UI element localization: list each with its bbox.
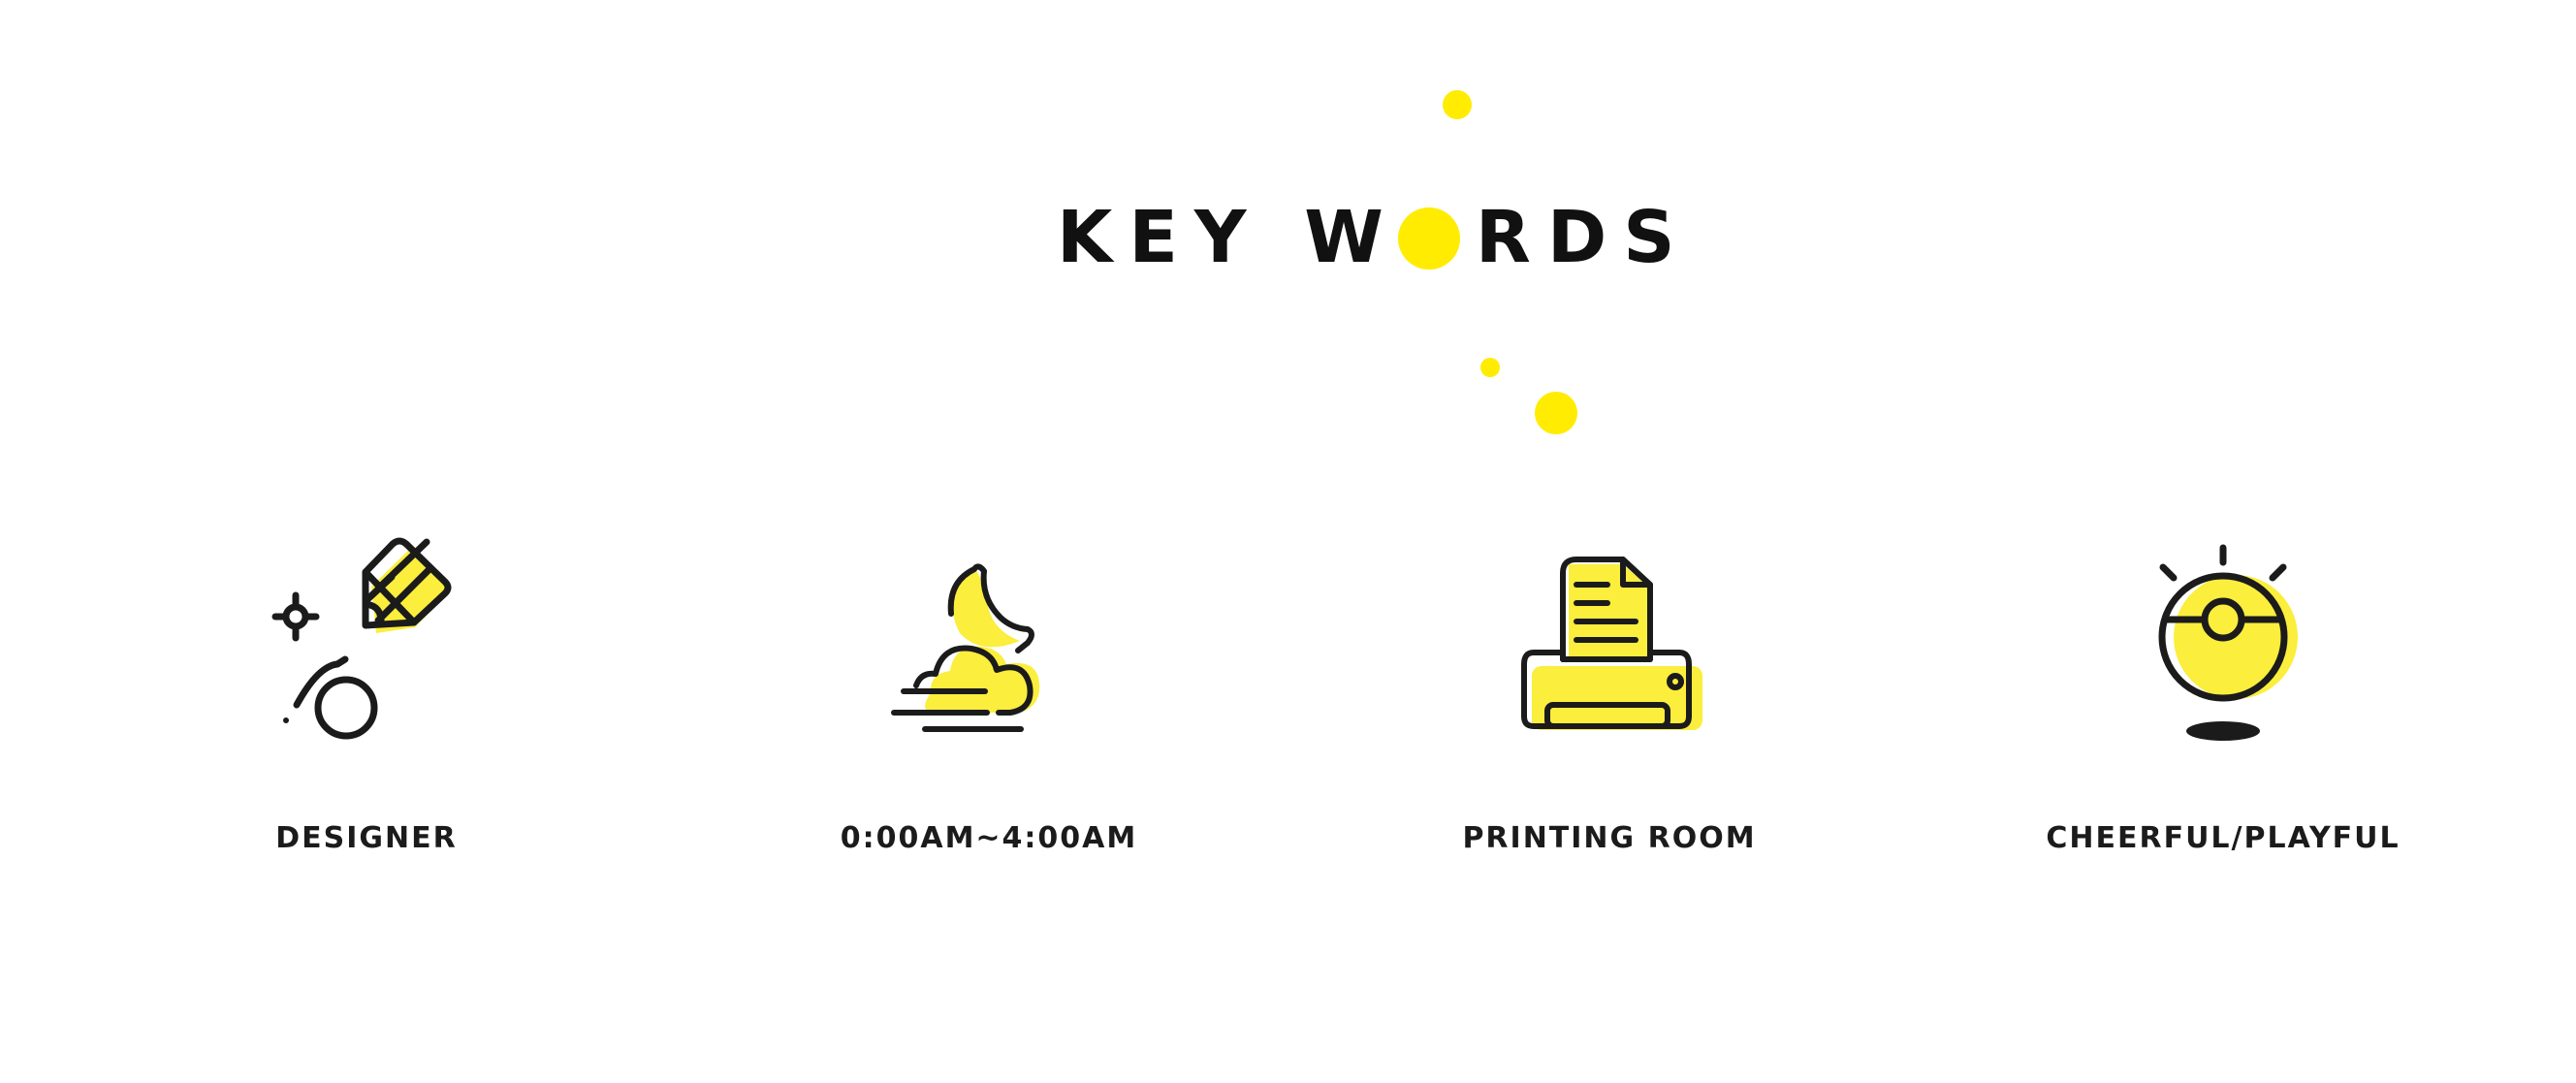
accent-dot <box>1480 358 1500 377</box>
keyword-printing-room: PRINTING ROOM <box>1415 528 1803 877</box>
accent-dot <box>1535 392 1577 434</box>
keyword-time: 0:00AM~4:00AM <box>795 528 1183 877</box>
title-part-2: RDS <box>1475 196 1692 279</box>
keyword-label: 0:00AM~4:00AM <box>840 821 1138 855</box>
moon-cloud-icon <box>891 563 1040 732</box>
keyword-designer: DESIGNER <box>173 528 560 877</box>
keyword-cheerful: CHEERFUL/PLAYFUL <box>2029 528 2417 877</box>
title-part-1: KEY W <box>1057 196 1400 279</box>
keyword-label: CHEERFUL/PLAYFUL <box>2046 821 2401 855</box>
keyword-label: DESIGNER <box>275 821 458 855</box>
printer-icon <box>1521 557 1702 730</box>
light-bulb-icon <box>2158 544 2298 741</box>
accent-dot <box>1443 90 1472 119</box>
page-title: KEY W RDS <box>1057 194 1692 281</box>
keyword-label: PRINTING ROOM <box>1462 821 1757 855</box>
pencil-designer-icon <box>271 537 452 740</box>
title-o-dot <box>1397 207 1460 270</box>
